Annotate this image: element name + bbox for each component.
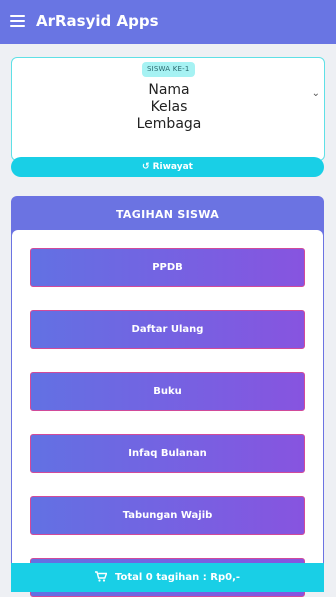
student-index-badge: SISWA KE-1	[142, 62, 195, 77]
bill-item-label: Daftar Ulang	[131, 324, 204, 335]
app-bar: ArRasyid Apps	[0, 0, 336, 44]
app-title: ArRasyid Apps	[36, 12, 159, 30]
bills-title: TAGIHAN SISWA	[115, 208, 220, 221]
total-label: Total 0 tagihan : Rp0,-	[114, 572, 241, 583]
bill-item-label: PPDB	[152, 262, 183, 273]
chevron-down-icon[interactable]: ⌄	[312, 88, 320, 99]
bill-item-label: Buku	[153, 386, 182, 397]
bill-item-label: Tabungan Wajib	[122, 510, 213, 521]
menu-icon[interactable]	[10, 15, 25, 27]
bill-item-infaq-bulanan[interactable]: Infaq Bulanan	[30, 434, 305, 473]
bills-list: PPDB Daftar Ulang Buku Infaq Bulanan Tab…	[12, 230, 323, 597]
cart-icon	[94, 570, 108, 585]
student-class: Kelas	[150, 99, 188, 115]
student-selector[interactable]: SISWA KE-1 Nama Kelas Lembaga ⌄	[11, 57, 325, 161]
history-button-label: Riwayat	[152, 162, 193, 172]
history-button[interactable]: ↺ Riwayat	[11, 157, 324, 177]
student-institution: Lembaga	[136, 116, 202, 132]
bills-panel: TAGIHAN SISWA PPDB Daftar Ulang Buku Inf…	[11, 196, 324, 597]
bill-item-daftar-ulang[interactable]: Daftar Ulang	[30, 310, 305, 349]
bill-item-buku[interactable]: Buku	[30, 372, 305, 411]
history-icon: ↺	[142, 162, 150, 172]
bill-item-label: Infaq Bulanan	[128, 448, 207, 459]
student-info: Nama Kelas Lembaga	[12, 82, 326, 133]
bill-item-ppdb[interactable]: PPDB	[30, 248, 305, 287]
total-bar[interactable]: Total 0 tagihan : Rp0,-	[11, 563, 324, 592]
student-name: Nama	[148, 82, 190, 98]
bill-item-tabungan-wajib[interactable]: Tabungan Wajib	[30, 496, 305, 535]
